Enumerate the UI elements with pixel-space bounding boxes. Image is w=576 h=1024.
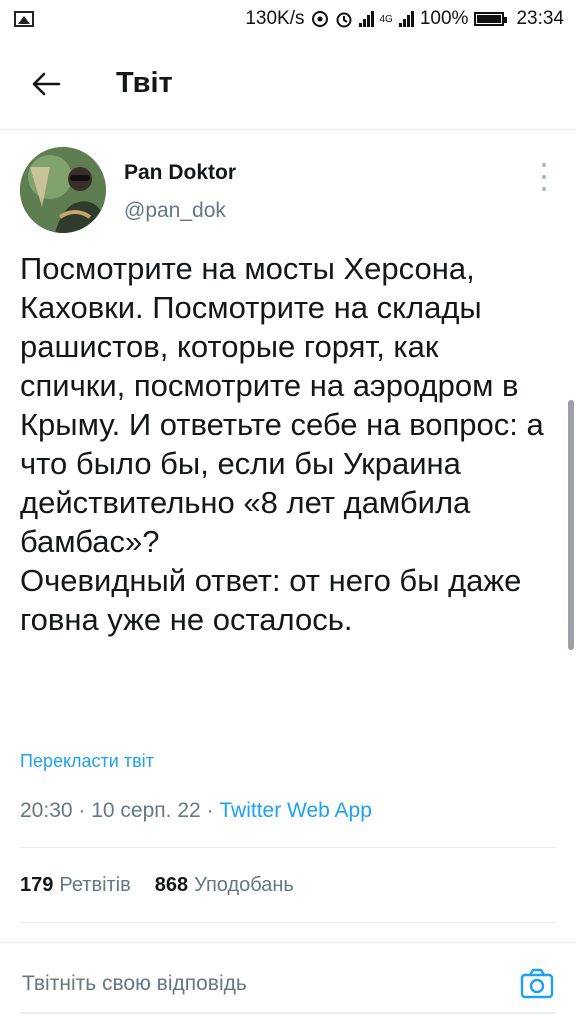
- translate-tweet-link[interactable]: Перекласти твіт: [20, 751, 154, 772]
- signal-icon-2: [398, 11, 414, 27]
- signal-icon: [358, 11, 374, 27]
- tweet-stats: 179 Ретвітів 868 Уподобань: [20, 847, 556, 923]
- status-right: 130K/s 4G 100% 23:34: [245, 8, 564, 30]
- status-left: [14, 11, 245, 27]
- alarm-icon: [336, 12, 351, 28]
- avatar[interactable]: [20, 147, 106, 233]
- retweets-label[interactable]: Ретвітів: [59, 874, 130, 897]
- hotspot-icon: [311, 11, 328, 27]
- tweet-time: 20:30: [20, 799, 73, 822]
- author-name[interactable]: Pan Doktor: [124, 161, 236, 185]
- status-bar: 130K/s 4G 100% 23:34: [0, 0, 576, 38]
- reply-underline: [20, 1012, 556, 1014]
- tweet-date: 10 серп. 22: [91, 799, 201, 822]
- more-options-icon[interactable]: [538, 163, 550, 191]
- reply-bar: Твітніть свою відповідь: [0, 942, 576, 1024]
- battery-percent: 100%: [419, 8, 469, 29]
- author-handle[interactable]: @pan_dok: [124, 199, 226, 223]
- top-app-bar: Твіт: [0, 38, 576, 130]
- tweet-detail: Pan Doktor @pan_dok Посмотрите на мосты …: [0, 131, 576, 923]
- scrollbar[interactable]: [568, 400, 574, 650]
- back-button[interactable]: [16, 54, 76, 114]
- battery-icon: [474, 12, 508, 26]
- tweet-text: Посмотрите на мосты Херсона, Каховки. По…: [20, 251, 544, 637]
- camera-icon: [520, 968, 554, 998]
- reply-input[interactable]: Твітніть свою відповідь: [22, 972, 518, 996]
- arrow-left-icon: [32, 72, 61, 95]
- meta-separator: ·: [206, 799, 220, 822]
- likes-count[interactable]: 868: [155, 874, 188, 897]
- image-notification-icon: [14, 11, 34, 27]
- network-type: 4G: [379, 13, 393, 25]
- tweet-source-link[interactable]: Twitter Web App: [219, 799, 372, 822]
- clock: 23:34: [516, 8, 564, 29]
- retweets-count[interactable]: 179: [20, 874, 53, 897]
- camera-button[interactable]: [518, 965, 556, 1003]
- page-title: Твіт: [116, 67, 173, 99]
- meta-separator: ·: [78, 799, 92, 822]
- author-row: Pan Doktor @pan_dok: [0, 131, 576, 235]
- likes-label[interactable]: Уподобань: [194, 874, 294, 897]
- tweet-meta: 20:30 · 10 серп. 22 · Twitter Web App: [20, 799, 372, 823]
- avatar-image: [20, 147, 106, 233]
- network-speed: 130K/s: [245, 8, 305, 29]
